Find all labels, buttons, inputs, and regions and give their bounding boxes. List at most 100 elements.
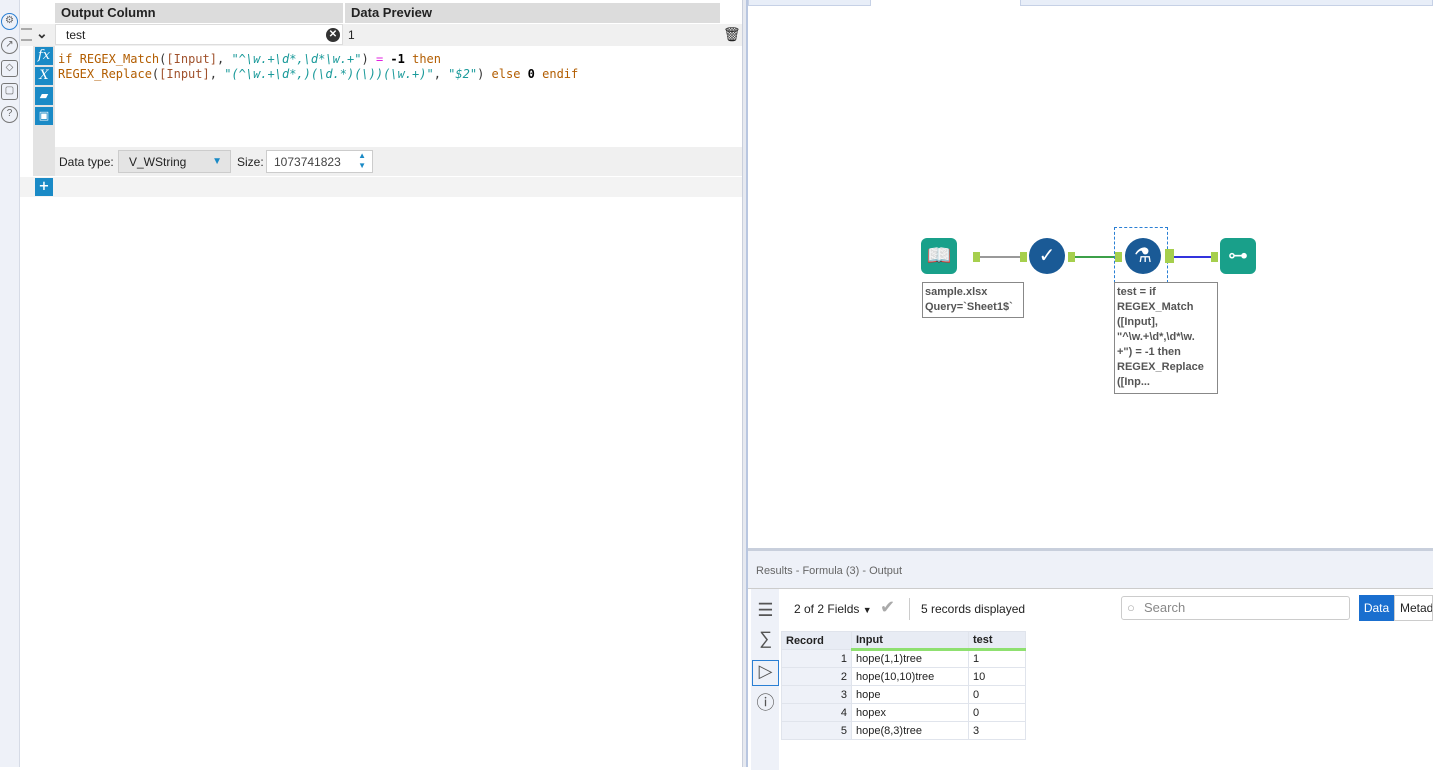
table-cell[interactable]: 2 (781, 667, 852, 686)
annotation-line: +") = -1 then (1117, 346, 1181, 358)
column-header[interactable]: Record (781, 631, 852, 650)
code-token: "^\w.+\d*,\d*\w.+" (231, 52, 362, 66)
annotation-line: REGEX_Match (1117, 301, 1194, 313)
data-type-value: V_WString (129, 155, 187, 169)
help-icon[interactable]: ⓘ (752, 689, 779, 715)
input-tool-book-icon[interactable]: 📖 (921, 238, 957, 274)
gear-icon[interactable]: ⚙ (1, 13, 18, 30)
table-cell[interactable]: 3 (781, 685, 852, 704)
output-anchor[interactable] (1165, 249, 1174, 263)
records-label: 5 records displayed (921, 602, 1026, 616)
table-row: 3 hope 0 (781, 685, 1026, 704)
browse-tool-binoculars-icon[interactable]: ⊶ (1220, 238, 1256, 274)
expression-editor[interactable]: if REGEX_Match([Input], "^\w.+\d*,\d*\w.… (58, 52, 578, 82)
workflow-canvas[interactable]: 📖 ✓ ⚗ ⊶ sample.xlsx Query=`Sheet1$` test … (748, 0, 1433, 548)
input-anchor[interactable] (1115, 252, 1122, 262)
code-token: , (433, 67, 449, 81)
table-cell[interactable]: hope(1,1)tree (851, 649, 969, 668)
column-header[interactable]: Input (851, 631, 969, 651)
chevron-down-icon[interactable]: ⌄ (36, 25, 48, 42)
code-token: ) (361, 52, 376, 66)
code-token: , (216, 52, 232, 66)
table-cell[interactable]: 10 (968, 667, 1026, 686)
size-value: 1073741823 (274, 155, 341, 169)
table-cell[interactable]: 0 (968, 685, 1026, 704)
column-header[interactable]: test (968, 631, 1026, 651)
list-icon[interactable]: ☰ (752, 600, 779, 621)
drag-handle-icon[interactable] (21, 28, 32, 41)
code-token: "(^\w.+\d*,)(\d.*)(\))(\w.+)" (224, 67, 434, 81)
tag-icon[interactable]: ◇ (1, 60, 18, 77)
code-token: REGEX_Match (79, 52, 160, 66)
table-cell[interactable]: hopex (851, 703, 969, 722)
sigma-icon[interactable]: ∑ (752, 628, 779, 649)
code-token: [Input] (159, 67, 210, 81)
add-expression-button[interactable]: + (35, 178, 53, 196)
results-table: Record Input test 1 hope(1,1)tree 1 2 hope(10,1… (781, 631, 1026, 740)
table-cell[interactable]: 3 (968, 721, 1026, 740)
save-icon[interactable]: ▣ (35, 107, 53, 125)
table-cell[interactable]: 1 (968, 649, 1026, 668)
fields-label: 2 of 2 Fields (794, 602, 860, 616)
add-row (20, 177, 742, 197)
output-anchor[interactable] (1068, 252, 1075, 262)
fields-dropdown[interactable]: 2 of 2 Fields ▼ (794, 602, 872, 616)
output-column-header: Output Column (55, 3, 343, 23)
table-row: 1 hope(1,1)tree 1 (781, 649, 1026, 668)
size-input[interactable]: 1073741823 ▲ ▼ (266, 150, 373, 173)
clear-icon[interactable]: ✕ (326, 28, 340, 42)
table-cell[interactable]: hope (851, 685, 969, 704)
formula-config-panel: Output Column Data Preview ⌄ test ✕ 1 🗑 … (20, 0, 742, 767)
code-token: -1 (390, 52, 405, 66)
stepper-icon[interactable]: ▲ ▼ (358, 151, 366, 171)
connection (980, 256, 1020, 258)
input-annotation: sample.xlsx Query=`Sheet1$` (922, 282, 1024, 318)
table-cell[interactable]: 4 (781, 703, 852, 722)
output-column-input[interactable]: test (55, 24, 343, 45)
search-icon: ○ (1127, 600, 1135, 615)
canvas-tab[interactable] (748, 0, 871, 6)
table-cell[interactable]: 5 (781, 721, 852, 740)
table-cell[interactable]: hope(8,3)tree (851, 721, 969, 740)
table-cell[interactable]: 1 (781, 649, 852, 668)
input-anchor[interactable] (1211, 252, 1218, 262)
code-token: then (412, 52, 441, 66)
table-cell[interactable]: 0 (968, 703, 1026, 722)
connection (1174, 256, 1212, 258)
data-type-select[interactable]: V_WString ▼ (118, 150, 231, 173)
annotation-line: ([Input], (1117, 316, 1158, 328)
tab-metadata[interactable]: Metad (1394, 595, 1433, 621)
caret-down-icon: ▼ (212, 156, 222, 167)
connection (1075, 256, 1115, 258)
annotation-line: ([Inp... (1117, 376, 1150, 388)
code-token: endif (542, 67, 579, 81)
help-icon[interactable]: ? (1, 106, 18, 123)
code-token: REGEX_Replace (58, 67, 152, 81)
input-anchor[interactable] (1020, 252, 1027, 262)
tab-data[interactable]: Data (1359, 595, 1394, 621)
formula-annotation: test = if REGEX_Match ([Input], "^\w.+\d*,\… (1114, 282, 1218, 394)
checkmark-icon[interactable]: ✔ (880, 597, 895, 618)
select-tool-check-icon[interactable]: ✓ (1029, 238, 1065, 274)
search-input[interactable]: ○ Search (1121, 596, 1350, 620)
canvas-tab[interactable] (1020, 0, 1433, 6)
tag-icon[interactable]: ▷ (752, 660, 779, 686)
formula-tool-flask-icon[interactable]: ⚗ (1125, 238, 1161, 274)
left-toolbar: ⚙ ↗ ◇ ▢ ? (0, 0, 20, 767)
cube-icon[interactable]: ▢ (1, 83, 18, 100)
function-button[interactable]: fx (35, 47, 53, 65)
navigate-icon[interactable]: ↗ (1, 37, 18, 54)
open-folder-icon[interactable]: ▰ (35, 87, 53, 105)
output-anchor[interactable] (973, 252, 980, 262)
data-preview-header: Data Preview (345, 3, 720, 23)
table-row: 2 hope(10,10)tree 10 (781, 667, 1026, 686)
table-cell[interactable]: hope(10,10)tree (851, 667, 969, 686)
trash-icon[interactable]: 🗑 (723, 26, 741, 43)
annotation-line: Query=`Sheet1$` (925, 301, 1013, 313)
variable-button[interactable]: X (35, 67, 53, 85)
code-token: else (491, 67, 521, 81)
search-placeholder: Search (1144, 600, 1186, 615)
data-type-label: Data type: (59, 155, 114, 169)
